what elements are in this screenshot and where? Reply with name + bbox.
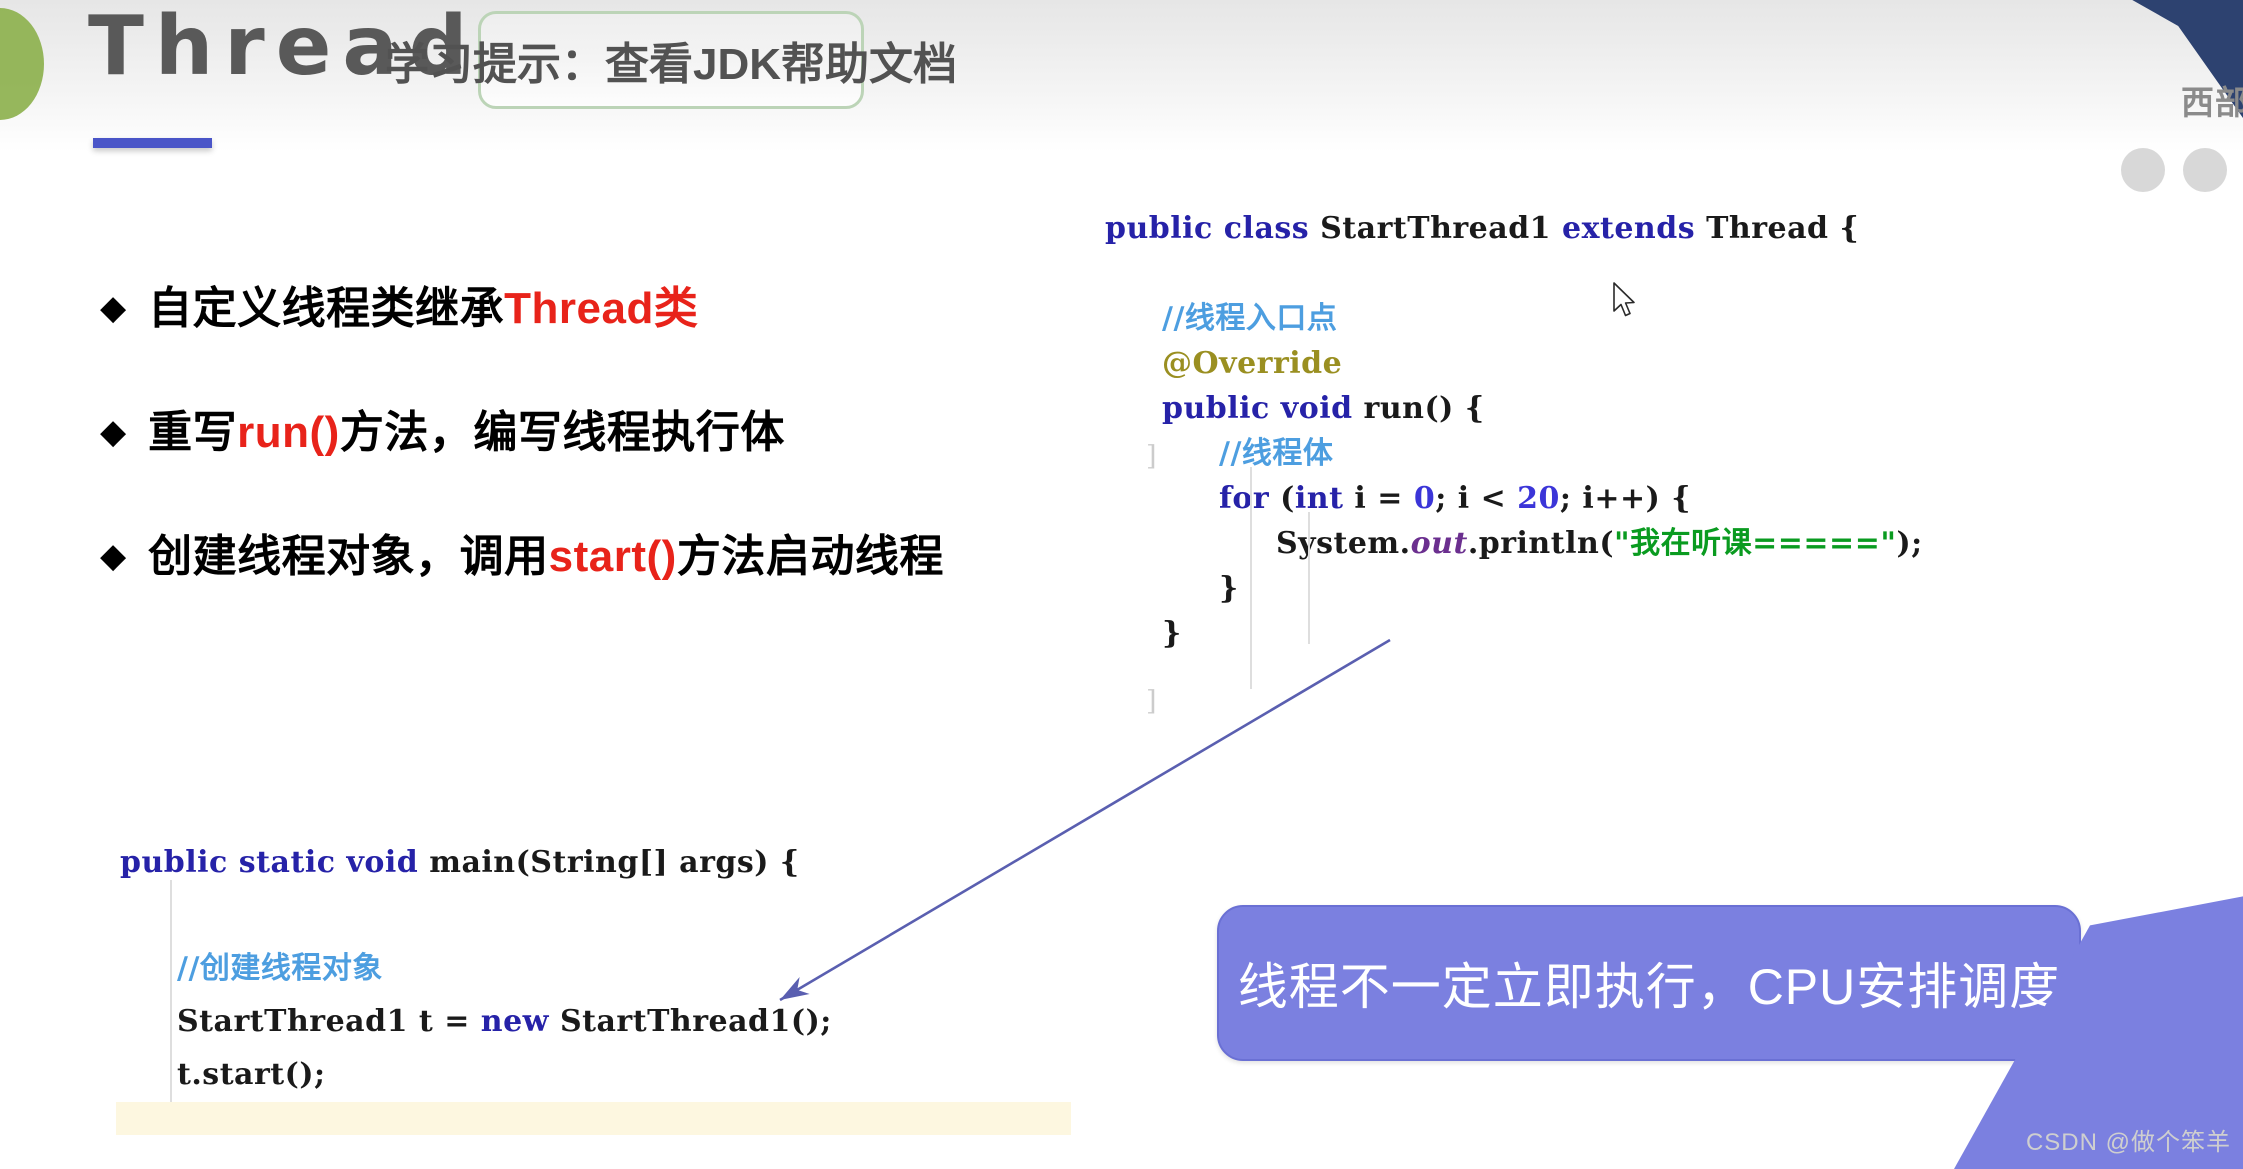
code-token: out: [1410, 526, 1468, 561]
code-fold-marker-1[interactable]: ]: [1146, 441, 1157, 472]
study-tip-box: 学习提示：查看JDK帮助文档: [385, 11, 957, 109]
code-token: public: [120, 845, 228, 880]
code-line: //创建线程对象: [120, 942, 1120, 995]
code-token: class: [1223, 211, 1310, 246]
code-token: 20: [1517, 481, 1560, 516]
code-line: public void run() {: [1105, 386, 2195, 431]
code-token: StartThread1: [1309, 211, 1563, 246]
code-token: public: [1105, 211, 1213, 246]
bullet-list: ◆ 自定义线程类继承Thread类 ◆ 重写run()方法，编写线程执行体 ◆ 创建线程对…: [100, 272, 1100, 644]
mouse-pointer-icon: [1613, 282, 1635, 317]
code-block-startthread1: public class StartThread1 extends Thread…: [1105, 206, 2195, 656]
code-token: }: [1219, 571, 1239, 606]
current-line-highlight: [116, 1102, 1071, 1135]
bullet-item-label: 创建线程对象，调用start()方法启动线程: [148, 532, 944, 581]
bullet-item-label: 自定义线程类继承Thread类: [148, 284, 699, 333]
code-token: @Override: [1162, 346, 1343, 381]
code-token: ; i <: [1435, 481, 1518, 516]
code-token: //创建线程对象: [177, 951, 383, 986]
code-line: StartThread1 t = new StartThread1();: [120, 995, 1120, 1048]
code-token: 0: [1413, 481, 1436, 516]
code-token: run() {: [1352, 391, 1485, 426]
code-line: for (int i = 0; i < 20; i++) {: [1105, 476, 2195, 521]
code-line: @Override: [1105, 341, 2195, 386]
code-token: .println(: [1467, 526, 1615, 561]
code-token: (: [1269, 481, 1295, 516]
diamond-bullet-icon: ◆: [100, 289, 127, 327]
code-line: }: [1105, 566, 2195, 611]
code-block-main-method: public static void main(String[] args) {…: [120, 836, 1120, 1101]
code-line: public static void main(String[] args) {: [120, 836, 1120, 889]
bullet-item-label: 重写run()方法，编写线程执行体: [148, 408, 785, 457]
study-tip-label: 学习提示：查看JDK帮助文档: [384, 40, 958, 89]
code-token: System.: [1276, 526, 1411, 561]
code-line: t.start();: [120, 1048, 1120, 1101]
code-token: StartThread1();: [549, 1004, 832, 1039]
code-token: public: [1162, 391, 1270, 426]
code-token: void: [346, 845, 419, 880]
code-token: main(String[] args) {: [418, 845, 800, 880]
slide-canvas: 西部 Thread 学习提示：查看JDK帮助文档 ◆ 自定义线程类继承Thread…: [0, 0, 2243, 1169]
code-token: }: [1162, 616, 1182, 651]
callout-text: 线程不一定立即执行，CPU安排调度: [1237, 959, 2061, 1015]
code-token: ; i++) {: [1559, 481, 1692, 516]
indent-guide-2: [1308, 512, 1310, 644]
indent-guide-1: [1250, 467, 1252, 689]
code-line: System.out.println("我在听课=====");: [1105, 521, 2195, 566]
code-token: i =: [1343, 481, 1414, 516]
code-token: void: [1280, 391, 1353, 426]
code-fold-marker-2[interactable]: ]: [1146, 686, 1157, 717]
code-token: //线程体: [1219, 436, 1334, 471]
bullet-item-2: ◆ 重写run()方法，编写线程执行体: [100, 396, 1100, 460]
code-token: StartThread1 t =: [177, 1004, 481, 1039]
title-underline-rule: [93, 138, 212, 148]
watermark-label: CSDN @做个笨羊: [2025, 1129, 2231, 1156]
code-token: t.start();: [177, 1057, 326, 1092]
indent-guide-3: [170, 880, 172, 1115]
code-token: //线程入口点: [1162, 301, 1338, 336]
gray-dot-decoration-2: [2183, 148, 2227, 192]
code-line: //线程入口点: [1105, 296, 2195, 341]
code-line: //线程体: [1105, 431, 2195, 476]
gray-dot-decoration-1: [2121, 148, 2165, 192]
bullet-item-1: ◆ 自定义线程类继承Thread类: [100, 272, 1100, 336]
code-token: static: [238, 845, 336, 880]
callout-box: 线程不一定立即执行，CPU安排调度: [1217, 905, 2081, 1061]
bullet-item-3: ◆ 创建线程对象，调用start()方法启动线程: [100, 520, 1100, 584]
diamond-bullet-icon: ◆: [100, 537, 127, 575]
code-line: }: [1105, 611, 2195, 656]
diamond-bullet-icon: ◆: [100, 413, 127, 451]
code-token: new: [480, 1004, 550, 1039]
code-token: );: [1896, 526, 1923, 561]
code-token: extends: [1562, 211, 1696, 246]
code-line: public class StartThread1 extends Thread…: [1105, 206, 2195, 251]
code-token: int: [1294, 481, 1344, 516]
corner-brand-label: 西部: [2181, 84, 2243, 121]
code-token: Thread {: [1695, 211, 1860, 246]
code-token: "我在听课=====": [1614, 526, 1897, 561]
code-token: for: [1219, 481, 1270, 516]
